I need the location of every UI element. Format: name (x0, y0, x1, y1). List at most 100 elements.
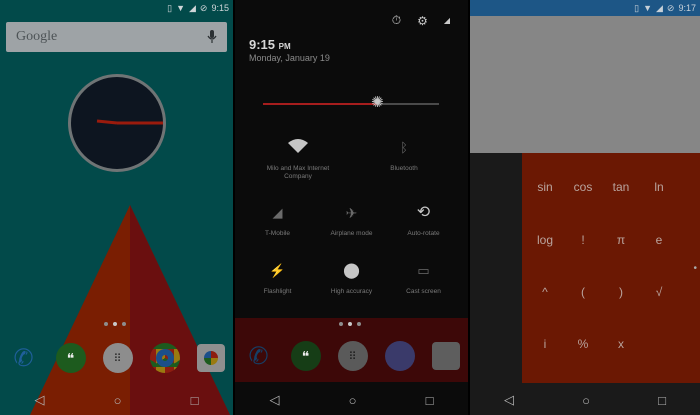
signal-icon: ◢ (656, 2, 663, 13)
airplane-icon: ✈ (345, 205, 358, 221)
tile-label: Airplane mode (330, 230, 373, 237)
tile-label: High accuracy (330, 288, 373, 295)
alarm-icon[interactable]: ⏱ (392, 13, 401, 28)
page-indicator (339, 322, 361, 326)
recents-button[interactable]: □ (191, 393, 199, 408)
app-dock: ✆ ❝ ⠿ (0, 340, 233, 376)
back-button[interactable]: ◁ (270, 392, 280, 408)
home-button[interactable]: ○ (582, 393, 590, 408)
flashlight-icon: ⚡ (269, 263, 286, 278)
fn-pi[interactable]: π (602, 233, 640, 247)
recents-button[interactable]: □ (658, 393, 666, 408)
hangouts-icon: ❝ (290, 341, 321, 371)
back-button[interactable]: ◁ (504, 392, 514, 408)
fn-factorial[interactable]: ! (564, 233, 602, 247)
brightness-thumb-icon[interactable]: ✺ (369, 95, 385, 111)
rotate-icon: ⟲ (416, 204, 431, 221)
page-indicator (104, 322, 126, 326)
clock-hands (96, 119, 163, 125)
tile-location[interactable]: ⬤ High accuracy (319, 260, 384, 296)
status-time: 9:15 (211, 3, 229, 13)
home-screen: ▯ ▼ ◢ ⊘ 9:15 Google ✆ ❝ ⠿ ◁ ○ □ (0, 0, 233, 415)
clock-status-icon: ⊘ (666, 2, 675, 13)
fn-e[interactable]: e (640, 233, 678, 247)
bluetooth-icon: ᛒ (400, 140, 408, 155)
hangouts-icon[interactable]: ❝ (55, 343, 86, 373)
microphone-icon[interactable] (207, 30, 217, 44)
tile-flashlight[interactable]: ⚡ Flashlight (245, 260, 310, 296)
photos-icon[interactable] (196, 344, 225, 372)
vibrate-icon: ▯ (167, 2, 173, 13)
fn-power[interactable]: ^ (526, 285, 564, 299)
fn-tan[interactable]: tan (602, 180, 640, 194)
pinwheel (203, 351, 218, 365)
cast-icon: ▭ (417, 263, 430, 278)
quick-settings-screen: ⏱ ⚙ ◢ 9:15 PM Monday, January 19 ✺ Milo … (235, 0, 468, 415)
tile-cast-screen[interactable]: ▭ Cast screen (391, 260, 456, 296)
dimmed-home-background: ✆ ❝ ⠿ (235, 318, 468, 382)
google-search-bar[interactable]: Google (6, 22, 227, 52)
fn-sqrt[interactable]: √ (640, 285, 678, 299)
time-value: 9:15 (249, 37, 276, 52)
calculator-screen: ▯ ▼ ◢ ⊘ 9:17 sin cos tan ln log ! π e ^ … (470, 0, 700, 415)
analog-clock-widget[interactable] (68, 74, 166, 172)
shade-date: Monday, January 19 (249, 53, 330, 63)
home-button[interactable]: ○ (349, 393, 357, 408)
app-drawer-icon: ⠿ (337, 341, 368, 371)
wifi-icon: ▼ (176, 2, 185, 13)
vibrate-icon: ▯ (634, 2, 640, 13)
tile-airplane-mode[interactable]: ✈ Airplane mode (319, 202, 384, 238)
brightness-fill (263, 103, 378, 105)
nav-bar: ◁ ○ □ (470, 385, 700, 415)
home-button[interactable]: ○ (114, 393, 122, 408)
fn-sin[interactable]: sin (526, 180, 564, 194)
chrome-icon[interactable] (149, 343, 180, 373)
calculator-display[interactable] (470, 16, 700, 153)
fn-ln[interactable]: ln (640, 180, 678, 194)
wallpaper-shape-shadow (130, 205, 230, 415)
chrome-icon (384, 341, 415, 371)
tile-label: Milo and Max Internet Company (266, 165, 330, 180)
fn-close-paren[interactable]: ) (602, 285, 640, 299)
signal-icon: ◢ (272, 205, 283, 220)
back-button[interactable]: ◁ (35, 392, 45, 408)
page-dot (357, 322, 361, 326)
tile-t-mobile[interactable]: ◢ T-Mobile (245, 202, 310, 238)
nav-bar: ◁ ○ □ (235, 385, 468, 415)
status-bar: ▯ ▼ ◢ ⊘ 9:17 (470, 0, 700, 16)
fn-x[interactable]: x (602, 337, 640, 351)
fn-log[interactable]: log (526, 233, 564, 247)
phone-icon[interactable]: ✆ (9, 343, 39, 373)
fn-i[interactable]: i (526, 337, 564, 351)
page-dot-active (348, 322, 352, 326)
tile-wifi[interactable]: Milo and Max Internet Company (255, 137, 341, 181)
location-icon: ⬤ (343, 262, 360, 279)
signal-icon: ◢ (189, 2, 196, 13)
settings-gear-icon[interactable]: ⚙ (417, 14, 428, 28)
app-drawer-icon[interactable]: ⠿ (102, 343, 133, 373)
page-dot (339, 322, 343, 326)
status-time: 9:17 (678, 3, 696, 13)
wifi-icon: ▼ (643, 3, 652, 13)
app-dock: ✆ ❝ ⠿ (235, 338, 468, 374)
tile-label: Cast screen (406, 288, 441, 295)
tile-auto-rotate[interactable]: ⟲ Auto-rotate (391, 202, 456, 238)
fn-percent[interactable]: % (564, 337, 602, 351)
recents-button[interactable]: □ (426, 393, 434, 408)
tile-bluetooth[interactable]: ᛒ Bluetooth (361, 137, 447, 173)
page-dot (122, 322, 126, 326)
shade-time: 9:15 PM (249, 37, 291, 52)
time-suffix: PM (278, 42, 291, 51)
tile-label: Flashlight (263, 288, 292, 295)
page-dot-active (113, 322, 117, 326)
google-logo: Google (16, 29, 58, 44)
tile-label: Bluetooth (390, 165, 418, 172)
panel-drag-handle[interactable]: • (693, 263, 697, 274)
fn-cos[interactable]: cos (564, 180, 602, 194)
shade-header-icons: ⏱ ⚙ ◢ (392, 13, 450, 28)
brightness-slider[interactable]: ✺ (263, 95, 439, 111)
tile-label: Auto-rotate (407, 230, 440, 237)
fn-open-paren[interactable]: ( (564, 285, 602, 299)
signal-icon: ◢ (443, 16, 450, 25)
wifi-icon (288, 137, 308, 159)
